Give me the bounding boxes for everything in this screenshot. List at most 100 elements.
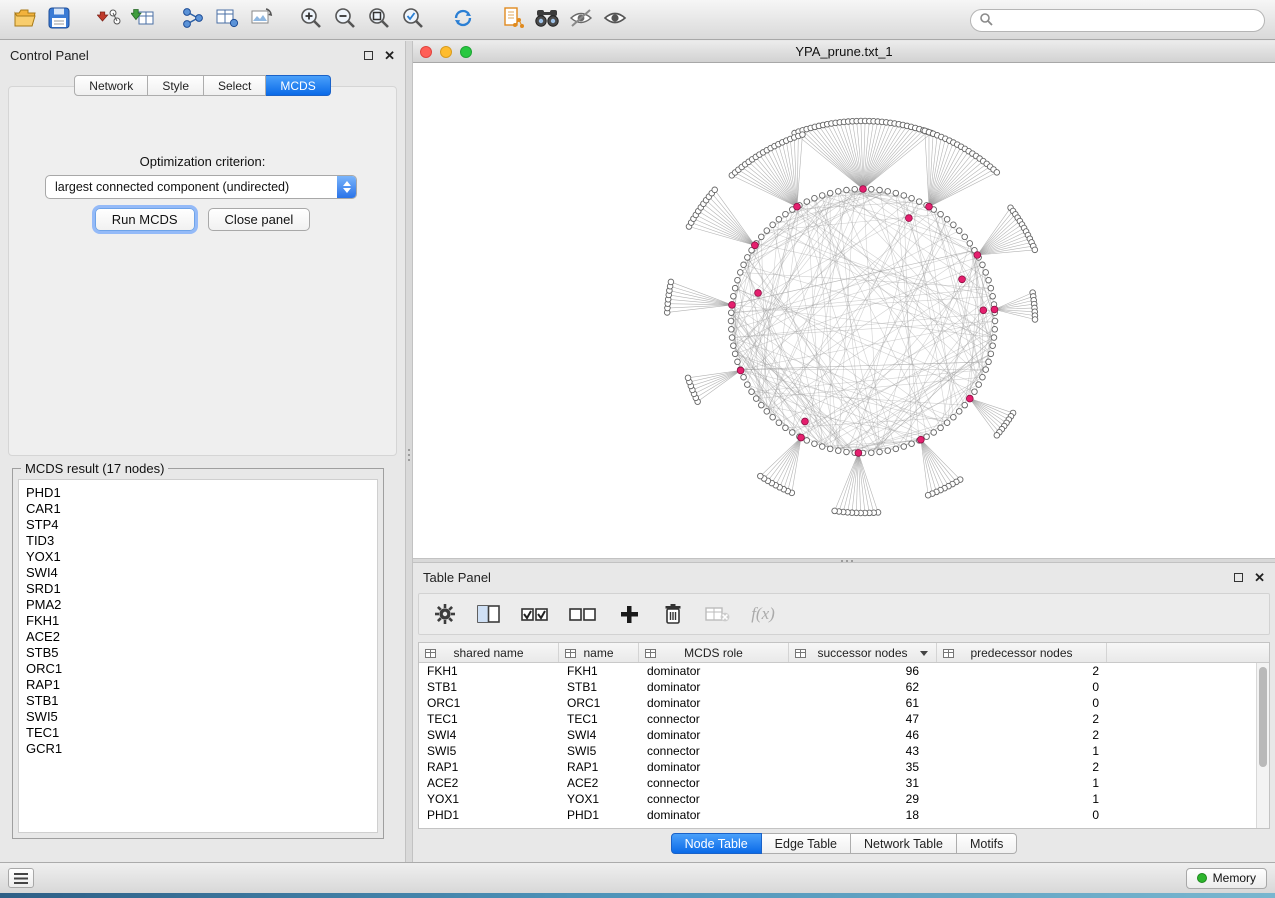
tab-network[interactable]: Network: [74, 75, 148, 96]
table-cell[interactable]: 1: [937, 743, 1107, 759]
table-cell[interactable]: ORC1: [559, 695, 639, 711]
column-header-mcds-role[interactable]: MCDS role: [639, 643, 789, 662]
column-header-shared-name[interactable]: shared name: [419, 643, 559, 662]
import-network-button[interactable]: [92, 4, 126, 36]
table-cell[interactable]: 43: [789, 743, 937, 759]
table-cell[interactable]: SWI5: [419, 743, 559, 759]
table-cell[interactable]: dominator: [639, 727, 789, 743]
tab-mcds[interactable]: MCDS: [266, 75, 330, 96]
import-table-button[interactable]: [126, 4, 160, 36]
mcds-result-item[interactable]: ACE2: [26, 629, 377, 645]
mcds-result-item[interactable]: STB1: [26, 693, 377, 709]
zoom-out-button[interactable]: [328, 4, 362, 36]
table-cell[interactable]: 29: [789, 791, 937, 807]
float-panel-icon[interactable]: [364, 51, 373, 60]
table-row[interactable]: FKH1FKH1dominator962: [419, 663, 1256, 679]
table-cell[interactable]: TEC1: [559, 711, 639, 727]
table-row[interactable]: ACE2ACE2connector311: [419, 775, 1256, 791]
table-cell[interactable]: SWI5: [559, 743, 639, 759]
table-cell[interactable]: YOX1: [559, 791, 639, 807]
chevron-down-icon[interactable]: [920, 651, 928, 656]
zoom-selected-button[interactable]: [396, 4, 430, 36]
network-table-button[interactable]: [210, 4, 244, 36]
table-cell[interactable]: connector: [639, 775, 789, 791]
table-cell[interactable]: 35: [789, 759, 937, 775]
table-cell[interactable]: dominator: [639, 679, 789, 695]
column-header-successor-nodes[interactable]: successor nodes: [789, 643, 937, 662]
table-cell[interactable]: 0: [937, 695, 1107, 711]
task-history-button[interactable]: [8, 868, 34, 888]
table-cell[interactable]: 2: [937, 759, 1107, 775]
table-cell[interactable]: dominator: [639, 663, 789, 679]
network-canvas-area[interactable]: [413, 63, 1275, 558]
network-window-titlebar[interactable]: YPA_prune.txt_1: [413, 41, 1275, 63]
close-panel-button[interactable]: Close panel: [208, 208, 311, 231]
table-cell[interactable]: 18: [789, 807, 937, 823]
mcds-result-item[interactable]: STB5: [26, 645, 377, 661]
table-cell[interactable]: 96: [789, 663, 937, 679]
table-cell[interactable]: 0: [937, 807, 1107, 823]
mcds-result-item[interactable]: YOX1: [26, 549, 377, 565]
select-all-button[interactable]: [521, 600, 549, 628]
mcds-result-item[interactable]: RAP1: [26, 677, 377, 693]
show-hide-button[interactable]: [598, 4, 632, 36]
table-cell[interactable]: 2: [937, 727, 1107, 743]
table-cell[interactable]: 1: [937, 791, 1107, 807]
search-network-button[interactable]: [530, 4, 564, 36]
memory-button[interactable]: Memory: [1186, 868, 1267, 889]
table-scrollbar[interactable]: [1256, 663, 1269, 828]
mcds-result-item[interactable]: GCR1: [26, 741, 377, 757]
table-cell[interactable]: 2: [937, 711, 1107, 727]
scrollbar-thumb[interactable]: [1259, 667, 1267, 767]
deselect-all-button[interactable]: [569, 600, 597, 628]
network-edges-layer[interactable]: [731, 189, 995, 453]
table-cell[interactable]: TEC1: [419, 711, 559, 727]
tab-motifs[interactable]: Motifs: [957, 833, 1017, 854]
table-cell[interactable]: dominator: [639, 759, 789, 775]
mcds-result-item[interactable]: TID3: [26, 533, 377, 549]
mcds-result-item[interactable]: PHD1: [26, 485, 377, 501]
table-cell[interactable]: 31: [789, 775, 937, 791]
zoom-fit-button[interactable]: [362, 4, 396, 36]
open-file-button[interactable]: [8, 4, 42, 36]
mcds-result-item[interactable]: SRD1: [26, 581, 377, 597]
table-row[interactable]: YOX1YOX1connector291: [419, 791, 1256, 807]
delete-column-button[interactable]: [661, 600, 685, 628]
table-cell[interactable]: connector: [639, 743, 789, 759]
table-cell[interactable]: ACE2: [559, 775, 639, 791]
tab-network-table[interactable]: Network Table: [851, 833, 957, 854]
column-header-predecessor-nodes[interactable]: predecessor nodes: [937, 643, 1107, 662]
table-cell[interactable]: FKH1: [559, 663, 639, 679]
table-cell[interactable]: SWI4: [559, 727, 639, 743]
table-row[interactable]: ORC1ORC1dominator610: [419, 695, 1256, 711]
mcds-result-item[interactable]: CAR1: [26, 501, 377, 517]
apply-layout-button[interactable]: [446, 4, 480, 36]
table-cell[interactable]: dominator: [639, 695, 789, 711]
float-panel-icon[interactable]: [1234, 573, 1243, 582]
tab-edge-table[interactable]: Edge Table: [762, 833, 851, 854]
table-cell[interactable]: RAP1: [419, 759, 559, 775]
mcds-result-item[interactable]: SWI5: [26, 709, 377, 725]
export-document-button[interactable]: [496, 4, 530, 36]
table-cell[interactable]: PHD1: [419, 807, 559, 823]
mcds-result-item[interactable]: ORC1: [26, 661, 377, 677]
table-row[interactable]: TEC1TEC1connector472: [419, 711, 1256, 727]
clear-table-button[interactable]: [705, 600, 731, 628]
table-cell[interactable]: STB1: [559, 679, 639, 695]
table-cell[interactable]: 1: [937, 775, 1107, 791]
criterion-dropdown[interactable]: largest connected component (undirected): [45, 175, 357, 199]
mcds-result-list[interactable]: PHD1CAR1STP4TID3YOX1SWI4SRD1PMA2FKH1ACE2…: [18, 479, 378, 833]
network-image-button[interactable]: [244, 4, 278, 36]
table-cell[interactable]: FKH1: [419, 663, 559, 679]
table-row[interactable]: SWI5SWI5connector431: [419, 743, 1256, 759]
run-mcds-button[interactable]: Run MCDS: [95, 208, 195, 231]
table-cell[interactable]: PHD1: [559, 807, 639, 823]
zoom-in-button[interactable]: [294, 4, 328, 36]
mcds-result-item[interactable]: TEC1: [26, 725, 377, 741]
close-panel-icon[interactable]: ✕: [384, 49, 395, 62]
table-cell[interactable]: connector: [639, 711, 789, 727]
table-cell[interactable]: YOX1: [419, 791, 559, 807]
mcds-result-item[interactable]: STP4: [26, 517, 377, 533]
table-settings-button[interactable]: [433, 600, 457, 628]
save-session-button[interactable]: [42, 4, 76, 36]
